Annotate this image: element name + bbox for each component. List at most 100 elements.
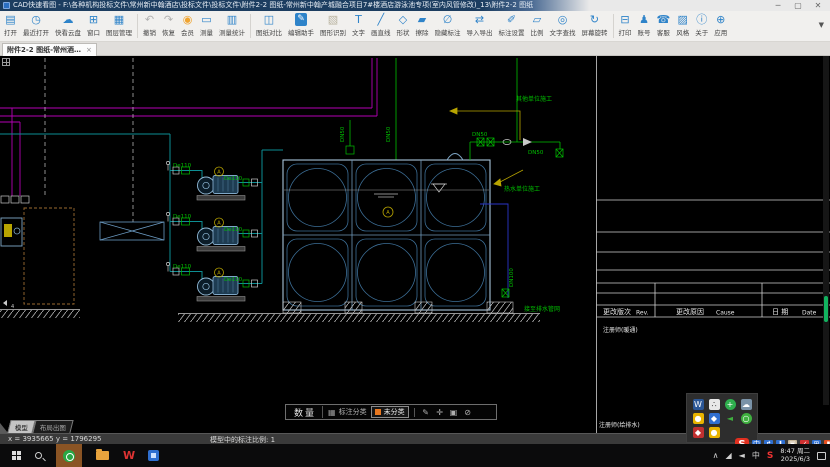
annotation-settings-icon: ✐ <box>507 13 516 26</box>
toolbar-button-screen-rotate[interactable]: ↻屏幕旋转 <box>579 13 611 37</box>
toolbar-button-open[interactable]: ▤打开 <box>1 13 20 37</box>
toolbar-button-style[interactable]: ▨风格 <box>673 13 692 37</box>
toolbar-button-cloud-drive[interactable]: ☁快看云盘 <box>52 13 84 37</box>
edit-icon[interactable]: ✎ <box>419 408 433 417</box>
toolbar-button-window[interactable]: ⊞窗口 <box>84 13 103 37</box>
toolbar-button-drawing-compare[interactable]: ◫图纸对比 <box>253 13 285 37</box>
toolbar-button-text-search[interactable]: ◎文字查找 <box>547 13 579 37</box>
active-app-highlight[interactable] <box>56 444 82 467</box>
drawing-canvas[interactable]: A <box>0 56 830 433</box>
svg-text:日 期: 日 期 <box>772 308 788 316</box>
toolbar-button-shape-recognition[interactable]: ▧图形识别 <box>317 13 349 37</box>
taskbar: W ∧ ◢ ◄ 中 S 8:47 周二 2025/6/3 <box>0 444 830 467</box>
move-icon[interactable]: ✛ <box>433 408 447 417</box>
tray-expand-icon[interactable]: ∧ <box>713 451 719 460</box>
security-shield-icon[interactable]: ◆ <box>693 427 704 438</box>
toolbar-button-layer-manager[interactable]: ▦图层管理 <box>103 13 135 37</box>
toolbar-button-apps[interactable]: ⊕应用 <box>711 13 730 37</box>
cloud-tray-icon[interactable]: ☁ <box>741 399 752 410</box>
file-explorer-icon[interactable] <box>96 451 109 460</box>
shield-icon[interactable]: ◆ <box>709 413 720 424</box>
tab-model[interactable]: 模型 <box>7 420 35 433</box>
toolbar-button-hide-annotation[interactable]: ∅隐藏标注 <box>432 13 464 37</box>
svg-text:更改版次: 更改版次 <box>603 307 631 316</box>
toolbar-button-redo[interactable]: ↷恢复 <box>159 13 178 37</box>
vip-icon: ◉ <box>183 13 193 26</box>
supply-pipe-dn50: DN50 DN50 其他单位施工 <box>470 58 563 160</box>
svg-text:Cause: Cause <box>716 310 735 317</box>
dice-icon[interactable]: ∴ <box>709 399 720 410</box>
taskbar-tray: ∧ ◢ ◄ 中 S 8:47 周二 2025/6/3 <box>713 444 826 467</box>
toolbar-button-measure-stats[interactable]: ▥测量统计 <box>216 13 248 37</box>
wps-icon[interactable]: W <box>123 450 134 461</box>
leaf-icon[interactable]: ◄ <box>725 413 736 424</box>
classification-dropdown[interactable]: 未分类 <box>371 406 409 418</box>
canvas-area[interactable]: A <box>0 56 830 433</box>
coin-icon[interactable]: + <box>725 399 736 410</box>
rotate-icon: ↻ <box>590 13 599 26</box>
copy-icon[interactable]: ▣ <box>447 408 461 417</box>
toolbar-button-recent-open[interactable]: ◷最近打开 <box>20 13 52 37</box>
level-marks <box>374 194 398 197</box>
file-tab[interactable]: 附件2-2 图纸-常州酒… × <box>2 43 97 56</box>
toolbar-button-erase[interactable]: ▰擦除 <box>413 13 432 37</box>
overflow-drain-pipe: DN100 接至排水管网 <box>480 204 560 313</box>
svg-text:注册师(给排水): 注册师(给排水) <box>599 421 640 429</box>
window-title: CAD快速看图 - F:\各种机构投标文件\常州新中翰酒店\投标文件\投标文件\… <box>13 0 533 11</box>
toolbar-button-customer-service[interactable]: ☎客服 <box>654 13 674 37</box>
sogou-tray-icon[interactable]: S <box>767 451 773 461</box>
lock2-icon[interactable]: ● <box>709 427 720 438</box>
tank-vent-dome <box>447 154 463 161</box>
toolbar-overflow-arrow[interactable]: ▼ <box>819 21 824 29</box>
measure-icon: ▭ <box>201 13 211 26</box>
measure-stats-icon: ▥ <box>227 13 237 26</box>
notification-center-icon[interactable] <box>817 452 826 460</box>
undo-icon: ↶ <box>145 13 154 26</box>
search-icon[interactable] <box>35 452 42 459</box>
toolbar-button-draw-line[interactable]: ╱画直线 <box>368 13 394 37</box>
svg-text:注册师(暖通): 注册师(暖通) <box>603 326 638 334</box>
toolbar-button-shape[interactable]: ◇形状 <box>394 13 413 37</box>
scrollbar-thumb[interactable] <box>824 296 828 322</box>
water-level-symbol <box>431 184 447 192</box>
canvas-origin-icon <box>2 58 10 66</box>
drain-pump-unit <box>1 218 22 246</box>
toolbar-button-vip[interactable]: ◉会员 <box>178 13 197 37</box>
tab-layout[interactable]: 布局出图 <box>32 420 73 433</box>
toolbar-button-account[interactable]: ♟账号 <box>635 13 654 37</box>
network-icon[interactable]: ◢ <box>726 451 732 460</box>
text-icon: T <box>355 13 362 26</box>
toolbar-button-text[interactable]: T文字 <box>349 13 368 37</box>
toolbar-button-print[interactable]: ⊟打印 <box>616 13 635 37</box>
titlebar[interactable]: CAD快速看图 - F:\各种机构投标文件\常州新中翰酒店\投标文件\投标文件\… <box>0 0 830 11</box>
section-mark <box>3 300 7 306</box>
ime-lang-icon[interactable]: 中 <box>752 450 760 461</box>
maximize-button[interactable]: ▢ <box>790 0 806 11</box>
toolbar-button-about[interactable]: ⓘ关于 <box>692 13 711 37</box>
volume-icon[interactable]: ◄ <box>739 451 745 460</box>
file-tab-close-icon[interactable]: × <box>86 46 92 54</box>
account-icon: ♟ <box>639 13 649 26</box>
svg-text:De110: De110 <box>224 227 243 233</box>
minimize-button[interactable]: ─ <box>770 0 786 11</box>
delete-icon[interactable]: ⊘ <box>461 408 475 417</box>
vertical-scrollbar[interactable] <box>823 56 829 405</box>
toolbar-button-import-export[interactable]: ⇄导入导出 <box>464 13 496 37</box>
open-icon: ▤ <box>5 13 15 26</box>
taskbar-clock[interactable]: 8:47 周二 2025/6/3 <box>780 448 810 463</box>
blue-app-icon[interactable] <box>148 450 159 461</box>
close-button[interactable]: ✕ <box>810 0 826 11</box>
toolbar-button-scale[interactable]: ▱比例 <box>528 13 547 37</box>
word-icon[interactable]: W <box>693 399 704 410</box>
toolbar-button-edit-assistant[interactable]: ✎编辑助手 <box>285 13 317 37</box>
toolbar-button-annotation-settings[interactable]: ✐标注设置 <box>496 13 528 37</box>
tray-overflow-popup: W ∴ + ☁ ● ◆ ◄ ○ ◆ ● <box>686 393 758 443</box>
lock-icon[interactable]: ● <box>693 413 704 424</box>
toolbar-button-undo[interactable]: ↶撤销 <box>140 13 159 37</box>
toolbar-button-measure[interactable]: ▭测量 <box>197 13 216 37</box>
junction-boxes <box>1 196 29 203</box>
hide-annotation-icon: ∅ <box>443 13 453 26</box>
window-icon: ⊞ <box>89 13 98 26</box>
start-button[interactable] <box>12 451 21 460</box>
green-app-icon[interactable]: ○ <box>741 413 752 424</box>
